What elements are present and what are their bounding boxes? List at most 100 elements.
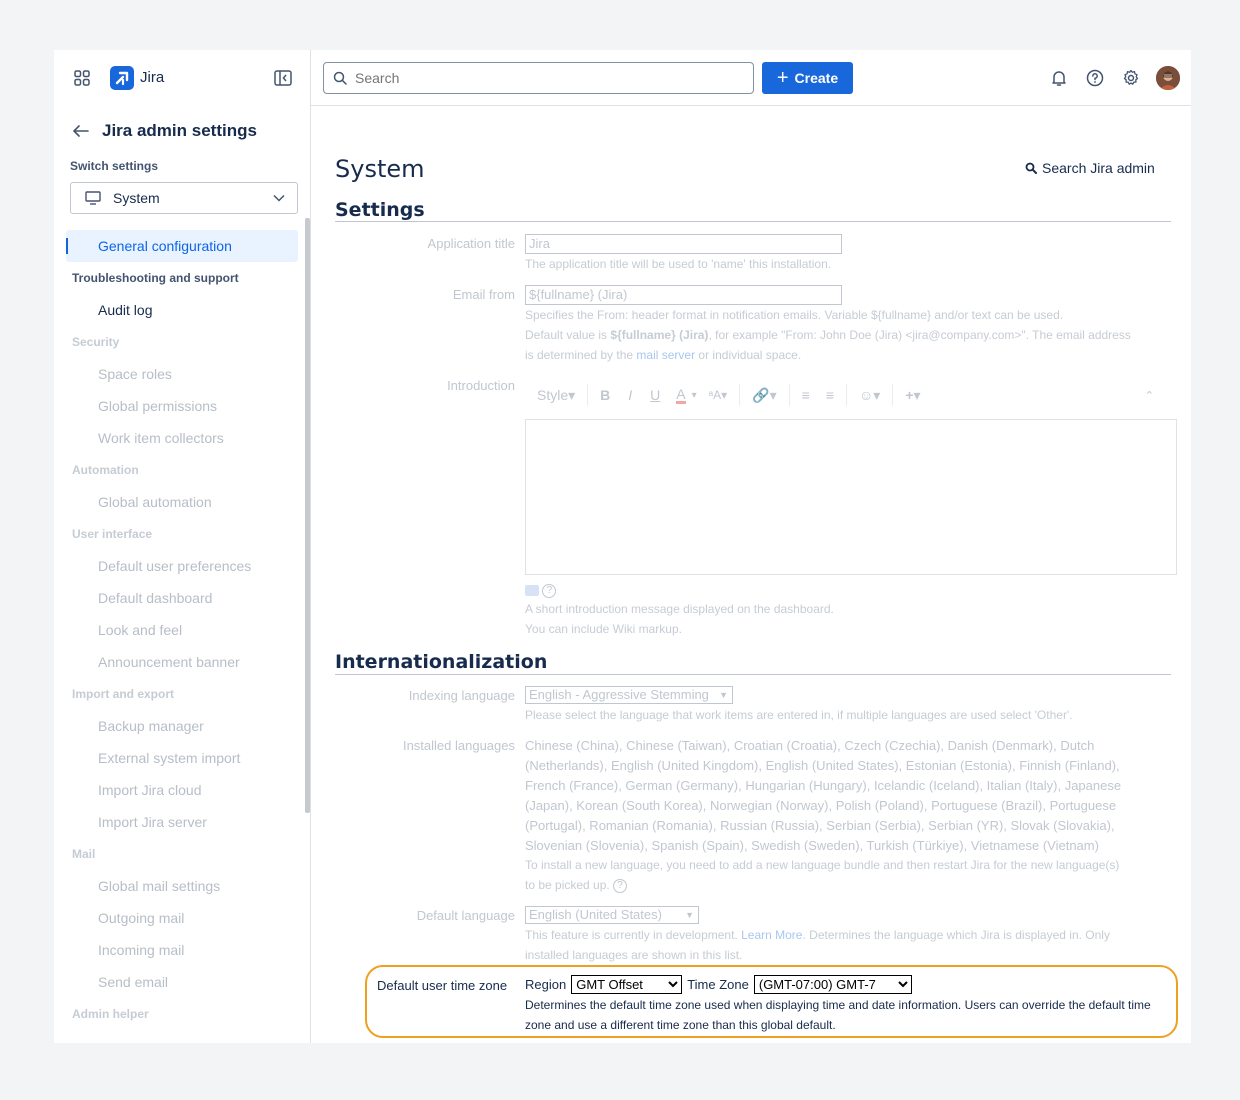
email-from-desc-2: Default value is ${fullname} (Jira), for… — [525, 325, 1131, 345]
chevron-down-icon[interactable]: ▾ — [692, 390, 697, 401]
sidebar-item-global-permissions[interactable]: Global permissions — [66, 390, 298, 422]
text-color-icon[interactable]: A — [676, 387, 686, 404]
sidebar-item-backup-manager[interactable]: Backup manager — [66, 710, 298, 742]
chevron-down-icon — [273, 194, 285, 202]
installed-languages-line: French (France), German (Germany), Hunga… — [525, 778, 1122, 793]
default-language-value: English (United States) — [529, 907, 662, 922]
toolbar-separator — [788, 384, 790, 406]
learn-more-link[interactable]: Learn More — [741, 928, 802, 942]
switch-settings-value: System — [113, 190, 160, 206]
search-box[interactable] — [323, 62, 754, 94]
bullet-list-icon[interactable]: ≡ — [802, 387, 810, 403]
switch-settings-select[interactable]: System — [70, 182, 298, 214]
plus-icon: + — [776, 67, 789, 89]
email-from-label: Email from — [452, 287, 515, 302]
settings-gear-icon[interactable] — [1122, 69, 1140, 87]
installed-languages-list: Chinese (China), Chinese (Taiwan), Croat… — [525, 736, 1175, 856]
note-text: to be picked up. — [525, 878, 610, 892]
sidebar-item-external-system-import[interactable]: External system import — [66, 742, 298, 774]
collapse-toolbar-icon[interactable]: ⌃ — [1145, 389, 1154, 402]
jira-logo-icon[interactable] — [110, 66, 134, 90]
sidebar-section-user-interface: User interface — [72, 527, 153, 541]
arrow-left-icon[interactable] — [72, 124, 90, 138]
sidebar-item-audit-log[interactable]: Audit log — [66, 294, 298, 326]
application-title-input[interactable]: Jira — [525, 234, 842, 254]
sidebar-item-space-roles[interactable]: Space roles — [66, 358, 298, 390]
indexing-language-select[interactable]: English - Aggressive Stemming ▼ — [525, 686, 733, 704]
introduction-desc-2: You can include Wiki markup. — [525, 622, 682, 636]
sidebar-collapse-icon[interactable] — [274, 70, 292, 86]
sidebar-item-incoming-mail[interactable]: Incoming mail — [66, 934, 298, 966]
notifications-bell-icon[interactable] — [1050, 69, 1068, 87]
sidebar-scrollbar[interactable] — [305, 218, 310, 813]
introduction-editor[interactable] — [525, 419, 1177, 575]
desc-text: Default value is — [525, 328, 611, 342]
sidebar-section-mail: Mail — [72, 847, 96, 861]
sidebar-item-look-and-feel[interactable]: Look and feel — [66, 614, 298, 646]
sidebar-item-default-user-preferences[interactable]: Default user preferences — [66, 550, 298, 582]
style-label: Style — [537, 387, 569, 403]
link-icon[interactable]: 🔗▾ — [752, 387, 776, 404]
chevron-down-icon: ▼ — [685, 910, 694, 920]
sidebar-section-automation: Automation — [72, 463, 139, 477]
toolbar-separator — [845, 384, 847, 406]
help-circle-icon[interactable]: ? — [613, 878, 628, 893]
sidebar-item-import-jira-server[interactable]: Import Jira server — [66, 806, 298, 838]
style-dropdown[interactable]: Style ▾ — [537, 387, 575, 404]
app-window: Jira Jira admin settings Switch settings… — [54, 50, 1191, 1043]
time-zone-label: Time Zone — [687, 977, 749, 992]
search-jira-admin-link[interactable]: Search Jira admin — [1025, 160, 1155, 176]
back-to-settings[interactable]: Jira admin settings — [72, 120, 257, 142]
default-language-label: Default language — [416, 908, 515, 923]
wiki-markup-icon[interactable] — [525, 585, 539, 597]
desc-text: , for example "From: John Doe (Jira) <ji… — [708, 328, 1131, 342]
toolbar-separator — [892, 384, 894, 406]
italic-icon[interactable]: I — [628, 387, 632, 403]
sidebar-item-general-configuration[interactable]: General configuration — [66, 230, 298, 262]
email-from-input[interactable]: ${fullname} (Jira) — [525, 285, 842, 305]
sidebar-item-outgoing-mail[interactable]: Outgoing mail — [66, 902, 298, 934]
sidebar-item-send-email[interactable]: Send email — [66, 966, 298, 998]
user-avatar[interactable] — [1156, 66, 1180, 90]
sidebar: Jira Jira admin settings Switch settings… — [54, 50, 311, 1043]
brand-name[interactable]: Jira — [140, 69, 164, 86]
sidebar-item-global-automation[interactable]: Global automation — [66, 486, 298, 518]
search-icon — [1025, 162, 1037, 174]
desc-text: or individual space. — [695, 348, 802, 362]
app-switcher-icon[interactable] — [74, 70, 90, 86]
switch-settings-label: Switch settings — [70, 159, 159, 173]
desc-text: . Determines the language which Jira is … — [802, 928, 1110, 942]
region-select[interactable]: GMT Offset — [571, 975, 683, 994]
indexing-language-label: Indexing language — [408, 688, 515, 703]
top-navigation: + Create — [311, 50, 1191, 106]
help-circle-icon[interactable]: ? — [542, 583, 557, 598]
insert-plus-icon[interactable]: +▾ — [905, 387, 920, 404]
time-zone-select[interactable]: (GMT-07:00) GMT-7 — [753, 975, 912, 994]
search-input[interactable] — [355, 70, 735, 86]
time-zone-desc: Determines the default time zone used wh… — [525, 998, 1151, 1032]
sidebar-item-work-item-collectors[interactable]: Work item collectors — [66, 422, 298, 454]
emoji-icon[interactable]: ☺▾ — [859, 387, 880, 404]
desc-bold-variable: ${fullname} (Jira) — [610, 328, 709, 342]
sidebar-item-default-dashboard[interactable]: Default dashboard — [66, 582, 298, 614]
default-language-desc-2: installed languages are shown in this li… — [525, 948, 743, 962]
sidebar-item-global-mail-settings[interactable]: Global mail settings — [66, 870, 298, 902]
create-button[interactable]: + Create — [762, 62, 853, 94]
default-time-zone-label: Default user time zone — [377, 978, 508, 993]
indexing-language-desc: Please select the language that work ite… — [525, 708, 1073, 722]
text-size-icon[interactable]: ᵃA▾ — [709, 388, 728, 402]
sidebar-item-announcement-banner[interactable]: Announcement banner — [66, 646, 298, 678]
default-language-select[interactable]: English (United States) ▼ — [525, 906, 699, 924]
desc-text: is determined by the — [525, 348, 637, 362]
mail-server-link[interactable]: mail server — [636, 348, 695, 362]
sidebar-nav: General configuration Troubleshooting and… — [66, 230, 298, 1030]
sidebar-section-admin-helper: Admin helper — [72, 1007, 149, 1021]
numbered-list-icon[interactable]: ≡ — [826, 387, 834, 403]
help-icon[interactable] — [1086, 69, 1104, 87]
i18n-section-title: Internationalization — [335, 651, 548, 673]
sidebar-item-import-jira-cloud[interactable]: Import Jira cloud — [66, 774, 298, 806]
i18n-divider — [335, 674, 1171, 675]
underline-icon[interactable]: U — [650, 387, 660, 403]
bold-icon[interactable]: B — [600, 387, 610, 403]
sidebar-header: Jira — [54, 50, 311, 106]
